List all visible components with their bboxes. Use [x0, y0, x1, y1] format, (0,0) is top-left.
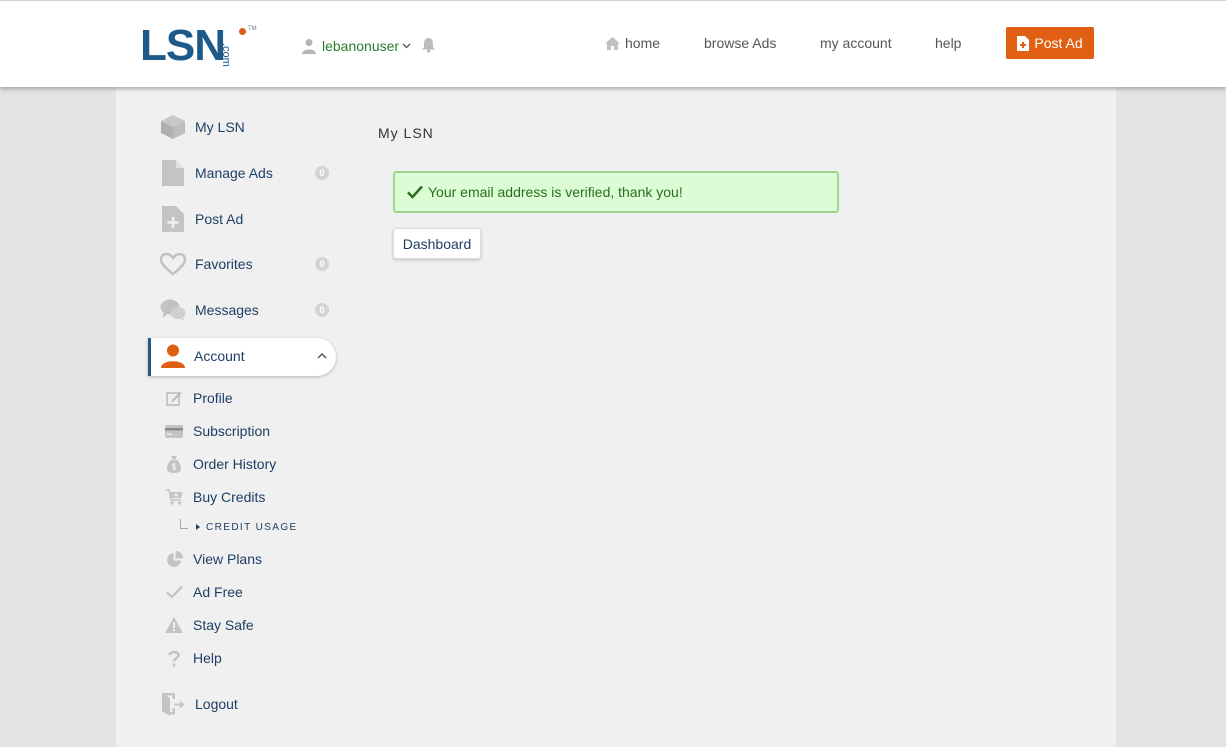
nav-browse-label: browse Ads: [704, 35, 777, 51]
dashboard-label: Dashboard: [402, 235, 472, 252]
sidebar-subitem-label: Stay Safe: [193, 617, 254, 633]
post-ad-label: Post Ad: [1034, 35, 1083, 51]
sidebar-subitem-label: Buy Credits: [193, 489, 266, 505]
sidebar-item-post-ad[interactable]: Post Ad: [160, 204, 243, 234]
sidebar-item-label: My LSN: [195, 119, 245, 135]
check-icon: [407, 185, 423, 199]
chat-icon: [160, 298, 186, 322]
logo-dot: [239, 28, 246, 35]
pie-chart-icon: [165, 550, 183, 568]
chevron-down-icon: [402, 43, 411, 49]
messages-count-badge: 0: [315, 303, 329, 317]
nav-browse-ads[interactable]: browse Ads: [704, 35, 776, 51]
nav-my-account[interactable]: my account: [820, 35, 892, 51]
sidebar-subitem-label: Profile: [193, 390, 233, 406]
box-icon: [160, 114, 186, 140]
logo-text: LSN: [140, 21, 226, 70]
account-label: Account: [194, 348, 245, 364]
nav-home-label: home: [625, 35, 661, 51]
logo-trademark: TM: [248, 26, 257, 32]
account-user-icon: [161, 344, 185, 368]
top-header: LSN .com TM lebanonuser home browse Ads …: [0, 0, 1226, 87]
sidebar-subitem-ad-free[interactable]: Ad Free: [165, 582, 243, 602]
warning-icon: [165, 617, 183, 633]
sidebar-subitem-stay-safe[interactable]: Stay Safe: [165, 615, 254, 635]
check-icon: [165, 585, 183, 599]
sidebar-subitem-label: Help: [193, 650, 222, 666]
sidebar-item-label: Post Ad: [195, 211, 244, 227]
dashboard-button[interactable]: Dashboard: [393, 228, 481, 259]
money-bag-icon: [165, 455, 183, 473]
sidebar-item-manage-ads[interactable]: Manage Ads: [160, 158, 273, 188]
user-menu[interactable]: lebanonuser: [301, 37, 411, 55]
chevron-up-icon[interactable]: [317, 352, 327, 359]
logout-label: Logout: [195, 696, 238, 712]
sidebar-subitem-order-history[interactable]: Order History: [165, 454, 276, 474]
bell-icon[interactable]: [421, 37, 436, 53]
nav-help[interactable]: help: [935, 35, 961, 51]
sidebar-item-label: Favorites: [195, 256, 253, 272]
heart-icon: [160, 252, 186, 276]
sidebar-item-label: Messages: [195, 302, 259, 318]
card-icon: [165, 424, 183, 438]
tree-connector: [180, 519, 188, 529]
document-plus-icon: [1017, 35, 1030, 51]
sidebar-item-favorites[interactable]: Favorites: [160, 249, 253, 279]
post-ad-button[interactable]: Post Ad: [1006, 27, 1094, 59]
sidebar-item-messages[interactable]: Messages: [160, 295, 259, 325]
sidebar-subitem-view-plans[interactable]: View Plans: [165, 549, 262, 569]
caret-right-icon: [196, 524, 200, 530]
username-label: lebanonuser: [322, 38, 400, 54]
document-plus-icon: [160, 206, 186, 232]
logo-suffix: .com: [220, 43, 232, 67]
favorites-count-badge: 0: [315, 257, 329, 271]
sidebar-item-my-lsn[interactable]: My LSN: [160, 112, 245, 142]
page-title: My LSN: [378, 125, 434, 141]
credit-usage-label: CREDIT USAGE: [206, 521, 298, 533]
sidebar-subitem-profile[interactable]: Profile: [165, 388, 233, 408]
sidebar-subitem-label: Order History: [193, 456, 277, 472]
manage-ads-count-badge: 0: [315, 166, 329, 180]
nav-home[interactable]: home: [604, 35, 660, 51]
sidebar-subitem-subscription[interactable]: Subscription: [165, 421, 270, 441]
user-icon: [302, 39, 316, 54]
edit-icon: [165, 390, 183, 406]
sidebar-subitem-label: Subscription: [193, 423, 271, 439]
cart-icon: [165, 489, 183, 505]
sidebar-subitem-help[interactable]: Help: [165, 648, 222, 668]
alert-message: Your email address is verified, thank yo…: [428, 184, 683, 200]
sidebar-item-label: Manage Ads: [195, 165, 273, 181]
nav-help-label: help: [935, 35, 962, 51]
home-icon: [605, 36, 620, 50]
email-verified-alert: Your email address is verified, thank yo…: [393, 171, 839, 213]
sidebar-subitem-credit-usage[interactable]: CREDIT USAGE: [180, 517, 298, 537]
question-icon: [165, 650, 183, 667]
sidebar-item-logout[interactable]: Logout: [160, 690, 238, 718]
sidebar-subitem-label: Ad Free: [193, 584, 243, 600]
sidebar-subitem-buy-credits[interactable]: Buy Credits: [165, 487, 265, 507]
sidebar-subitem-label: View Plans: [193, 551, 263, 567]
logout-icon: [160, 692, 186, 716]
lsn-logo[interactable]: LSN .com TM: [140, 21, 258, 70]
document-icon: [160, 160, 186, 186]
nav-account-label: my account: [820, 35, 892, 51]
